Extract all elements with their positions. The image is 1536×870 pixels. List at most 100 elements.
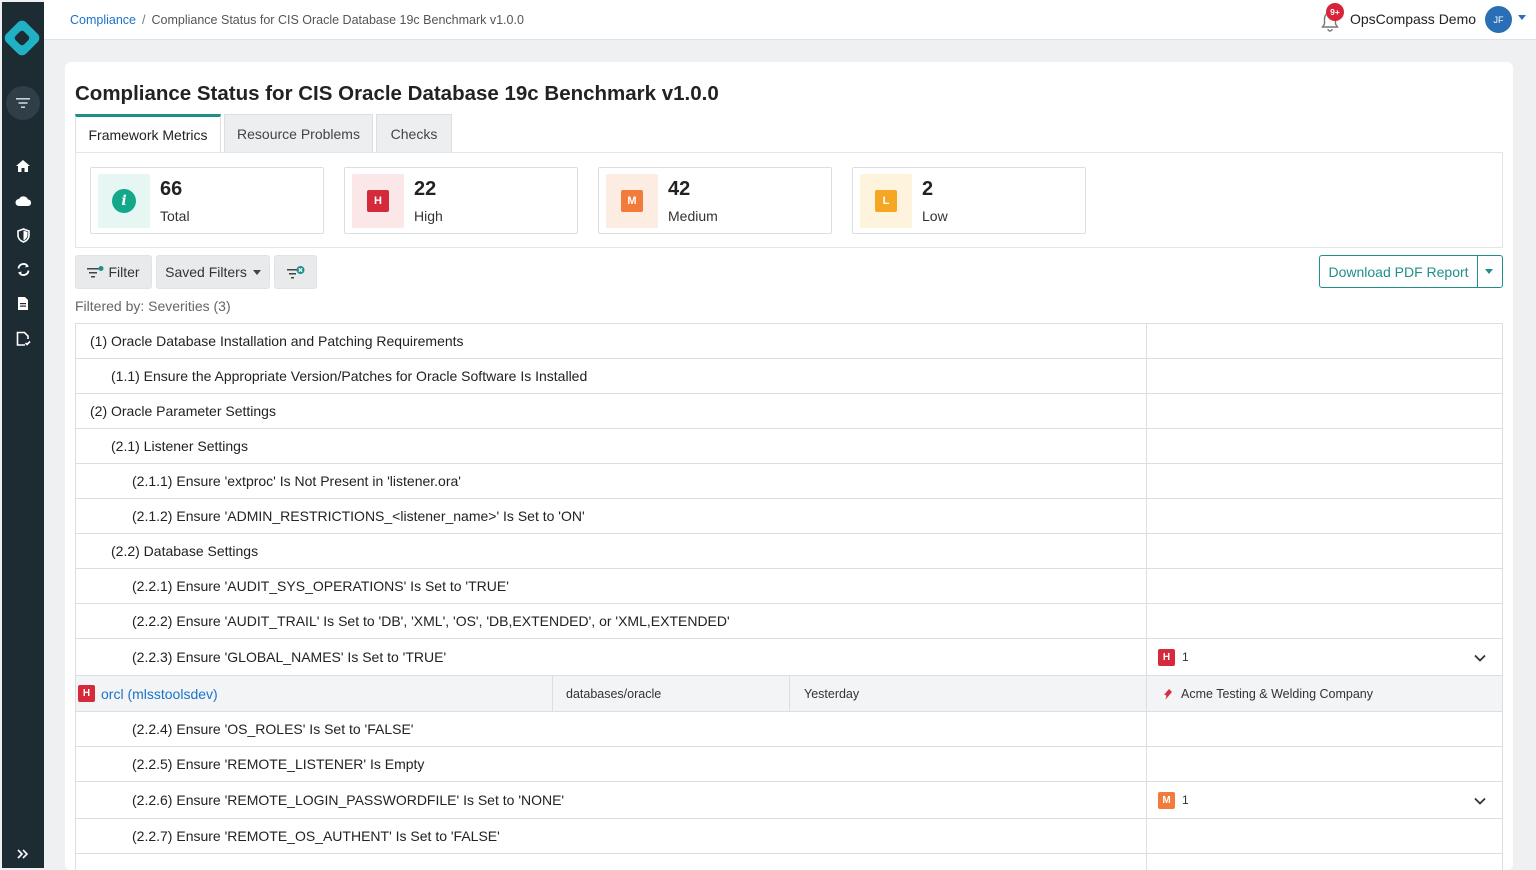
tab-checks[interactable]: Checks: [376, 114, 452, 152]
user-avatar[interactable]: JF: [1485, 6, 1512, 33]
resource-last-seen: Yesterday: [804, 686, 860, 701]
metric-low-label: Low: [922, 208, 948, 224]
table-row[interactable]: (2.2.1) Ensure 'AUDIT_SYS_OPERATIONS' Is…: [75, 569, 1503, 604]
table-row[interactable]: (2.2.4) Ensure 'OS_ROLES' Is Set to 'FAL…: [75, 712, 1503, 747]
table-row[interactable]: (2.2) Database Settings: [75, 534, 1503, 569]
table-row[interactable]: (2.1.1) Ensure 'extproc' Is Not Present …: [75, 464, 1503, 499]
saved-filters-dropdown[interactable]: Saved Filters: [156, 255, 270, 289]
table-row[interactable]: (2.1) Listener Settings: [75, 429, 1503, 464]
metric-total-card: i 66 Total: [90, 167, 324, 234]
user-menu-caret-icon[interactable]: [1518, 15, 1526, 20]
home-icon[interactable]: [10, 155, 36, 177]
tab-framework-metrics[interactable]: Framework Metrics: [75, 114, 221, 152]
metric-low-card: L 2 Low: [852, 167, 1086, 234]
metric-low-value: 2: [922, 178, 934, 200]
filter-icon: [87, 266, 104, 278]
breadcrumb-current: Compliance Status for CIS Oracle Databas…: [151, 13, 524, 27]
row-label: (2.2.6) Ensure 'REMOTE_LOGIN_PASSWORDFIL…: [132, 792, 565, 808]
info-icon: i: [98, 174, 150, 228]
breadcrumb: Compliance / Compliance Status for CIS Ora…: [70, 13, 524, 27]
table-row[interactable]: (1) Oracle Database Installation and Pat…: [75, 323, 1503, 359]
expand-sidebar-icon[interactable]: [10, 843, 36, 865]
row-label: (1) Oracle Database Installation and Pat…: [90, 333, 464, 349]
sidebar: [2, 2, 44, 868]
org-name[interactable]: OpsCompass Demo: [1350, 11, 1476, 27]
table-row[interactable]: (1.1) Ensure the Appropriate Version/Pat…: [75, 359, 1503, 394]
table-row-expandable[interactable]: (2.2.6) Ensure 'REMOTE_LOGIN_PASSWORDFIL…: [75, 782, 1503, 819]
download-pdf-report-button[interactable]: Download PDF Report: [1319, 255, 1503, 288]
metric-medium-value: 42: [668, 178, 691, 200]
row-label: (1.1) Ensure the Appropriate Version/Pat…: [111, 368, 588, 384]
severity-medium-icon: M: [606, 174, 658, 228]
clear-filter-icon: [286, 265, 304, 278]
filtered-by-text: Filtered by: Severities (3): [75, 298, 231, 314]
download-pdf-report-label[interactable]: Download PDF Report: [1320, 256, 1478, 287]
saved-filters-label: Saved Filters: [165, 264, 247, 280]
resource-link[interactable]: orcl (mlsstoolsdev): [101, 686, 218, 702]
breadcrumb-separator: /: [142, 13, 146, 27]
table-row[interactable]: (2.2.5) Ensure 'REMOTE_LISTENER' Is Empt…: [75, 747, 1503, 782]
sync-icon[interactable]: [10, 258, 36, 280]
page-title: Compliance Status for CIS Oracle Databas…: [75, 82, 719, 105]
row-label: (2.2.2) Ensure 'AUDIT_TRAIL' Is Set to '…: [132, 613, 730, 629]
top-bar: Compliance / Compliance Status for CIS Ora…: [44, 0, 1536, 40]
finding-count: 1: [1182, 793, 1189, 807]
row-label: (2) Oracle Parameter Settings: [90, 403, 276, 419]
table-row[interactable]: (2) Oracle Parameter Settings: [75, 394, 1503, 429]
table-row-expandable[interactable]: (2.2.3) Ensure 'GLOBAL_NAMES' Is Set to …: [75, 639, 1503, 676]
resource-company: Acme Testing & Welding Company: [1181, 686, 1373, 701]
metric-high-label: High: [414, 208, 443, 224]
filter-button[interactable]: Filter: [75, 255, 152, 289]
severity-high-badge: H: [78, 685, 95, 702]
metric-high-value: 22: [414, 178, 437, 200]
row-label: (2.2.1) Ensure 'AUDIT_SYS_OPERATIONS' Is…: [132, 578, 509, 594]
metric-total-label: Total: [160, 208, 190, 224]
clear-filters-button[interactable]: [274, 255, 317, 289]
row-findings: H 1: [1158, 639, 1189, 675]
row-label: (2.2.7) Ensure 'REMOTE_OS_AUTHENT' Is Se…: [132, 828, 500, 844]
row-label: (2.2.3) Ensure 'GLOBAL_NAMES' Is Set to …: [132, 649, 447, 665]
row-label: (2.2.4) Ensure 'OS_ROLES' Is Set to 'FAL…: [132, 721, 414, 737]
row-label: (2.1.1) Ensure 'extproc' Is Not Present …: [132, 473, 461, 489]
caret-down-icon: [252, 269, 261, 275]
chevron-down-icon[interactable]: [1473, 651, 1487, 665]
notification-count-badge: 9+: [1326, 3, 1344, 21]
breadcrumb-compliance-link[interactable]: Compliance: [70, 13, 136, 27]
main-card: Compliance Status for CIS Oracle Databas…: [65, 62, 1513, 870]
resource-name-cell: H orcl (mlsstoolsdev): [78, 676, 218, 711]
row-label: (2.2) Database Settings: [111, 543, 259, 559]
document-icon[interactable]: [10, 292, 36, 314]
resource-row[interactable]: H orcl (mlsstoolsdev) databases/oracle Y…: [75, 676, 1503, 712]
download-options-caret-icon[interactable]: [1485, 269, 1493, 274]
app-logo[interactable]: [2, 18, 42, 58]
severity-medium-badge: M: [1158, 791, 1175, 809]
metric-medium-label: Medium: [668, 208, 718, 224]
table-row[interactable]: (2.1.2) Ensure 'ADMIN_RESTRICTIONS_<list…: [75, 499, 1503, 534]
table-row-partial: [75, 854, 1503, 870]
chevron-down-icon[interactable]: [1473, 794, 1487, 808]
severity-high-badge: H: [1158, 648, 1175, 666]
tab-resource-problems[interactable]: Resource Problems: [224, 114, 373, 152]
shield-icon[interactable]: [10, 224, 36, 246]
row-label: (2.1.2) Ensure 'ADMIN_RESTRICTIONS_<list…: [132, 508, 585, 524]
filter-panel-toggle-button[interactable]: [6, 86, 40, 120]
severity-low-icon: L: [860, 174, 912, 228]
metric-total-value: 66: [160, 178, 183, 200]
row-findings: M 1: [1158, 782, 1189, 818]
metric-high-card: H 22 High: [344, 167, 578, 234]
finding-count: 1: [1182, 650, 1189, 664]
resource-company-cell: Acme Testing & Welding Company: [1161, 676, 1373, 711]
table-row[interactable]: (2.2.2) Ensure 'AUDIT_TRAIL' Is Set to '…: [75, 604, 1503, 639]
company-logo-icon: [1162, 689, 1172, 699]
cloud-icon[interactable]: [10, 190, 36, 212]
filter-button-label: Filter: [108, 264, 140, 280]
table-row[interactable]: (2.2.7) Ensure 'REMOTE_OS_AUTHENT' Is Se…: [75, 819, 1503, 854]
filter-lines-icon: [16, 98, 30, 108]
severity-high-icon: H: [352, 174, 404, 228]
metric-medium-card: M 42 Medium: [598, 167, 832, 234]
row-label: (2.1) Listener Settings: [111, 438, 248, 454]
row-label: (2.2.5) Ensure 'REMOTE_LISTENER' Is Empt…: [132, 756, 425, 772]
metrics-panel: i 66 Total H 22 High M 42 Medium L 2 Low: [75, 152, 1503, 248]
resource-type: databases/oracle: [566, 686, 662, 701]
report-check-icon[interactable]: [10, 328, 36, 350]
